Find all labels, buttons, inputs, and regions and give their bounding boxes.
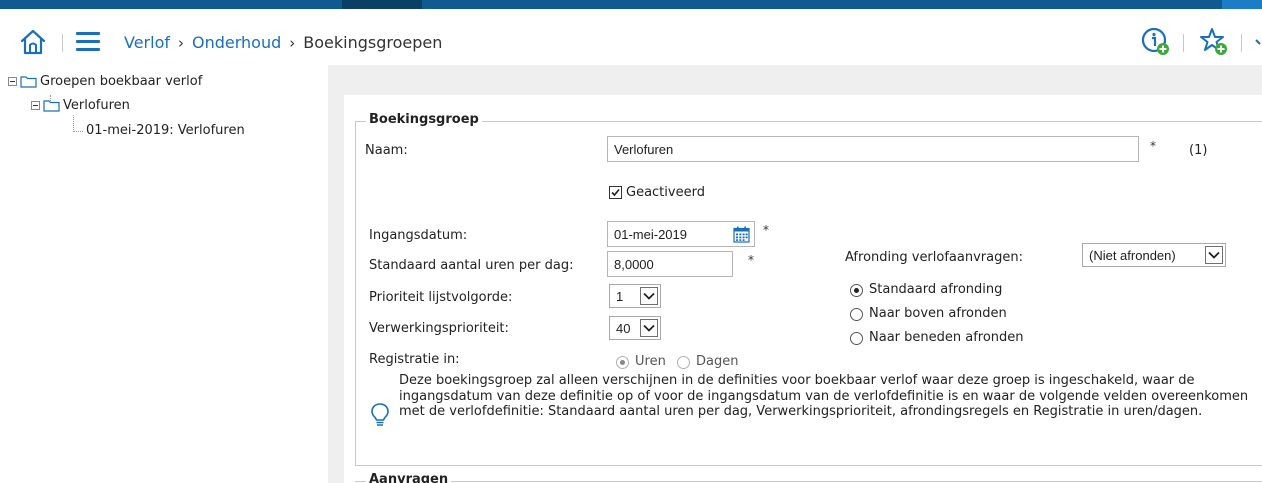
chevron-down-icon — [1205, 246, 1223, 264]
lightbulb-icon — [371, 403, 389, 426]
top-strip-edge-segment — [1222, 0, 1262, 9]
registratie-label: Registratie in: — [369, 352, 460, 367]
radio-uren[interactable] — [616, 356, 629, 369]
breadcrumb: Verlof › Onderhoud › Boekingsgroepen — [124, 33, 442, 52]
ingangsdatum-value: 01-mei-2019 — [614, 226, 687, 242]
collapse-icon[interactable] — [31, 100, 40, 110]
tree-node-leaf[interactable]: 01-mei-2019: Verlofuren — [86, 121, 245, 139]
chevron-down-icon[interactable] — [1250, 26, 1262, 58]
prioriteit-lijstvolgorde-value: 1 — [616, 288, 624, 304]
tree-node-root[interactable]: Groepen boekbaar verlof — [8, 72, 202, 90]
afronding-label: Afronding verlofaanvragen: — [845, 250, 1023, 265]
breadcrumb-verlof[interactable]: Verlof — [124, 33, 170, 52]
verwerkingsprioriteit-value: 40 — [616, 320, 631, 336]
tree-connector — [73, 115, 74, 132]
verwerkingsprioriteit-label: Verwerkingsprioriteit: — [369, 321, 509, 336]
tree-node-label: Groepen boekbaar verlof — [40, 73, 203, 89]
radio-standaard-afronding-label: Standaard afronding — [869, 282, 1003, 297]
tree-connector — [73, 131, 83, 132]
geactiveerd-label: Geactiveerd — [626, 185, 705, 200]
chevron-down-icon — [640, 287, 658, 305]
radio-standaard-afronding[interactable] — [850, 284, 863, 297]
header-divider — [1241, 34, 1242, 52]
radio-naar-beneden-afronden[interactable] — [850, 332, 863, 345]
breadcrumb-separator: › — [178, 34, 184, 52]
breadcrumb-onderhoud[interactable]: Onderhoud — [192, 33, 281, 52]
uren-per-dag-label: Standaard aantal uren per dag: — [369, 258, 574, 273]
header-divider — [62, 34, 63, 52]
tree-node-label: Verlofuren — [63, 97, 130, 113]
afronding-select[interactable]: (Niet afronden) — [1082, 243, 1226, 267]
breadcrumb-separator: › — [289, 34, 296, 52]
home-icon[interactable] — [20, 29, 46, 55]
next-section-title: Aanvragen — [366, 472, 452, 483]
prioriteit-lijstvolgorde-label: Prioriteit lijstvolgorde: — [369, 290, 513, 305]
uren-per-dag-input[interactable]: 8,0000 — [607, 251, 733, 277]
required-marker: * — [763, 223, 769, 237]
header-bar: Verlof › Onderhoud › Boekingsgroepen — [0, 9, 1262, 65]
favorite-add-icon[interactable] — [1198, 26, 1230, 58]
radio-naar-boven-afronden-label: Naar boven afronden — [869, 306, 1007, 321]
section-title: Boekingsgroep — [366, 112, 482, 127]
character-counter: (1) — [1189, 143, 1208, 158]
required-marker: * — [1150, 139, 1156, 153]
tree-node-label: 01-mei-2019: Verlofuren — [86, 122, 245, 138]
info-text: Deze boekingsgroep zal alleen verschijne… — [399, 373, 1249, 419]
radio-naar-boven-afronden[interactable] — [850, 308, 863, 321]
radio-dagen-label: Dagen — [696, 354, 739, 369]
top-strip-active-segment — [342, 0, 422, 9]
folder-icon — [43, 99, 60, 112]
checkmark-icon — [611, 188, 620, 197]
naam-label: Naam: — [365, 143, 408, 158]
required-marker: * — [748, 253, 754, 267]
geactiveerd-checkbox[interactable] — [609, 186, 622, 199]
collapse-icon[interactable] — [8, 76, 17, 86]
info-add-icon[interactable] — [1140, 26, 1172, 58]
radio-dagen[interactable] — [677, 356, 690, 369]
tree-panel: Groepen boekbaar verlof Verlofuren 01-me… — [0, 65, 328, 483]
chevron-down-icon — [640, 319, 658, 337]
header-divider — [1183, 34, 1184, 52]
radio-naar-beneden-afronden-label: Naar beneden afronden — [869, 330, 1024, 345]
verwerkingsprioriteit-select[interactable]: 40 — [609, 316, 661, 340]
tree-node-verlofuren[interactable]: Verlofuren — [31, 96, 130, 114]
radio-uren-label: Uren — [635, 354, 666, 369]
prioriteit-lijstvolgorde-select[interactable]: 1 — [609, 284, 661, 308]
folder-icon — [20, 75, 37, 88]
calendar-icon[interactable] — [733, 226, 750, 243]
hamburger-menu-icon[interactable] — [76, 32, 100, 52]
ingangsdatum-label: Ingangsdatum: — [369, 228, 468, 243]
top-strip — [0, 0, 1262, 9]
afronding-value: (Niet afronden) — [1089, 247, 1176, 263]
breadcrumb-current: Boekingsgroepen — [303, 33, 443, 52]
naam-input[interactable]: Verlofuren — [607, 136, 1139, 162]
